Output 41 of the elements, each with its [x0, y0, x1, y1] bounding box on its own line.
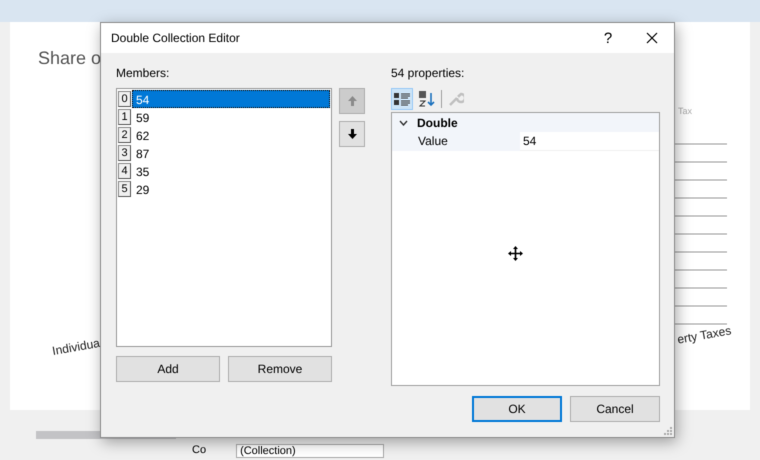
move-cursor-icon: [508, 246, 523, 261]
members-list[interactable]: 0 54 1 59 2 62 3 87 4 35 5 29: [116, 88, 332, 347]
index-label: 2: [118, 127, 131, 143]
members-label: Members:: [116, 66, 170, 80]
index-label: 5: [118, 181, 131, 197]
sort-icon: [419, 91, 435, 107]
property-value[interactable]: (Collection): [236, 444, 384, 458]
close-icon: [646, 32, 658, 44]
chart-title: Share o: [38, 48, 102, 69]
property-name: Co: [192, 444, 206, 458]
category-name: Double: [417, 116, 458, 130]
index-label: 1: [118, 109, 131, 125]
add-button[interactable]: Add: [116, 356, 220, 382]
properties-label: 54 properties:: [391, 66, 464, 80]
categorized-button[interactable]: [391, 88, 413, 110]
index-label: 3: [118, 145, 131, 161]
index-label: 0: [118, 91, 131, 107]
member-item[interactable]: 87: [132, 144, 330, 162]
member-item[interactable]: 54: [132, 90, 330, 108]
member-item[interactable]: 29: [132, 180, 330, 198]
member-item[interactable]: 59: [132, 108, 330, 126]
axis-label: erty Taxes: [676, 323, 732, 347]
index-label: 4: [118, 163, 131, 179]
resize-grip-icon[interactable]: [664, 427, 672, 435]
down-arrow-icon: [348, 129, 356, 139]
chevron-icon: [398, 120, 408, 126]
dialog-title: Double Collection Editor: [111, 31, 241, 45]
remove-button[interactable]: Remove: [228, 356, 332, 382]
member-item[interactable]: 62: [132, 126, 330, 144]
categorized-icon: [394, 92, 410, 106]
ok-button[interactable]: OK: [472, 396, 562, 422]
wrench-icon: [448, 91, 464, 107]
legend-label: Tax: [678, 106, 692, 116]
up-arrow-icon: [348, 96, 356, 106]
property-name: Value: [392, 132, 520, 151]
property-value[interactable]: 54: [520, 132, 659, 151]
member-item[interactable]: 35: [132, 162, 330, 180]
axis-label: Individua: [51, 336, 101, 358]
cancel-button[interactable]: Cancel: [570, 396, 660, 422]
help-button[interactable]: ?: [586, 23, 630, 53]
move-down-button[interactable]: [339, 121, 365, 147]
